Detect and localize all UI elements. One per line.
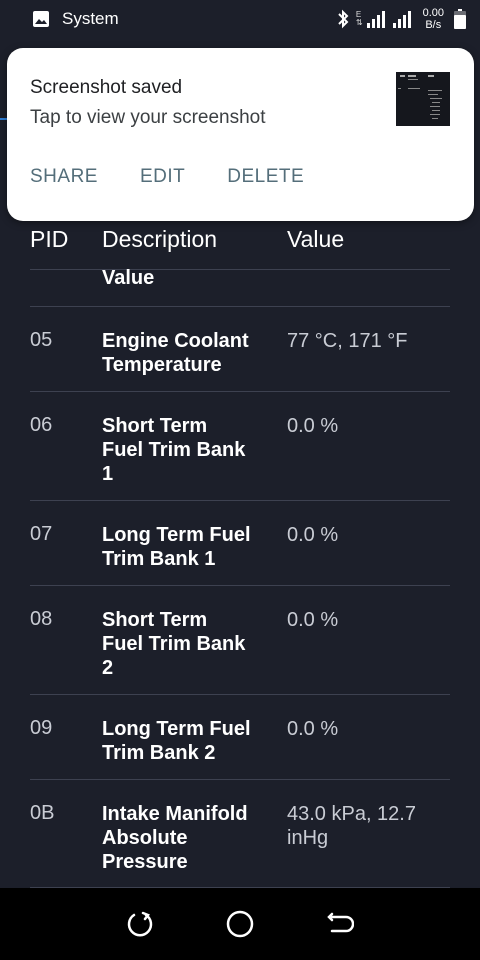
row-pid: 07	[30, 523, 53, 545]
delete-button[interactable]: DELETE	[227, 166, 304, 188]
table-row[interactable]: 0B Intake Manifold Absolute Pressure 43.…	[30, 780, 450, 888]
table-row[interactable]: 09 Long Term Fuel Trim Bank 2 0.0 %	[30, 695, 450, 780]
row-value: 43.0 kPa, 12.7 inHg	[287, 803, 416, 849]
header-value: Value	[287, 226, 345, 252]
row-description: Engine Coolant Temperature	[102, 330, 249, 376]
row-description: Intake Manifold Absolute Pressure	[102, 803, 248, 873]
notification-actions: SHARE EDIT DELETE	[30, 166, 346, 188]
thumbnail-preview-icon	[396, 72, 450, 126]
row-description: Short Term Fuel Trim Bank 2	[102, 609, 246, 679]
row-value: 0.0 %	[287, 609, 339, 631]
table-row[interactable]: 07 Long Term Fuel Trim Bank 1 0.0 %	[30, 501, 450, 586]
row-value: 0.0 %	[287, 524, 339, 546]
row-value: 0.0 %	[287, 415, 339, 437]
row-pid: 09	[30, 717, 53, 739]
notification-title: Screenshot saved	[30, 77, 183, 98]
back-button[interactable]	[320, 904, 360, 944]
home-icon	[226, 910, 254, 938]
table-row[interactable]: 05 Engine Coolant Temperature 77 °C, 171…	[30, 307, 450, 392]
notification-subtitle[interactable]: Tap to view your screenshot	[30, 107, 266, 129]
edit-button[interactable]: EDIT	[140, 166, 185, 188]
back-icon	[327, 912, 354, 933]
row-description: Short Term Fuel Trim Bank 1	[102, 415, 246, 485]
table-row[interactable]: Value	[30, 267, 450, 307]
row-description: Long Term Fuel Trim Bank 1	[102, 524, 251, 570]
table-row[interactable]: 06 Short Term Fuel Trim Bank 1 0.0 %	[30, 392, 450, 501]
screenshot-thumbnail[interactable]	[396, 72, 450, 126]
navigation-bar	[0, 888, 480, 960]
row-pid: 05	[30, 329, 53, 351]
row-description: Long Term Fuel Trim Bank 2	[102, 718, 251, 764]
row-pid: 0B	[30, 802, 55, 824]
recent-apps-icon	[127, 911, 153, 937]
header-pid: PID	[30, 226, 69, 252]
recent-apps-button[interactable]	[120, 904, 160, 944]
share-button[interactable]: SHARE	[30, 166, 98, 188]
row-value: 0.0 %	[287, 718, 339, 740]
screenshot-notification[interactable]: Screenshot saved Tap to view your screen…	[7, 48, 474, 221]
row-pid: 06	[30, 414, 53, 436]
home-button[interactable]	[220, 904, 260, 944]
row-pid: 08	[30, 608, 53, 630]
header-description: Description	[102, 226, 218, 252]
table-row[interactable]: 08 Short Term Fuel Trim Bank 2 0.0 %	[30, 586, 450, 695]
table-header: PID Description Value	[30, 222, 450, 270]
row-description: Value	[102, 267, 155, 289]
row-value: 77 °C, 171 °F	[287, 330, 408, 352]
